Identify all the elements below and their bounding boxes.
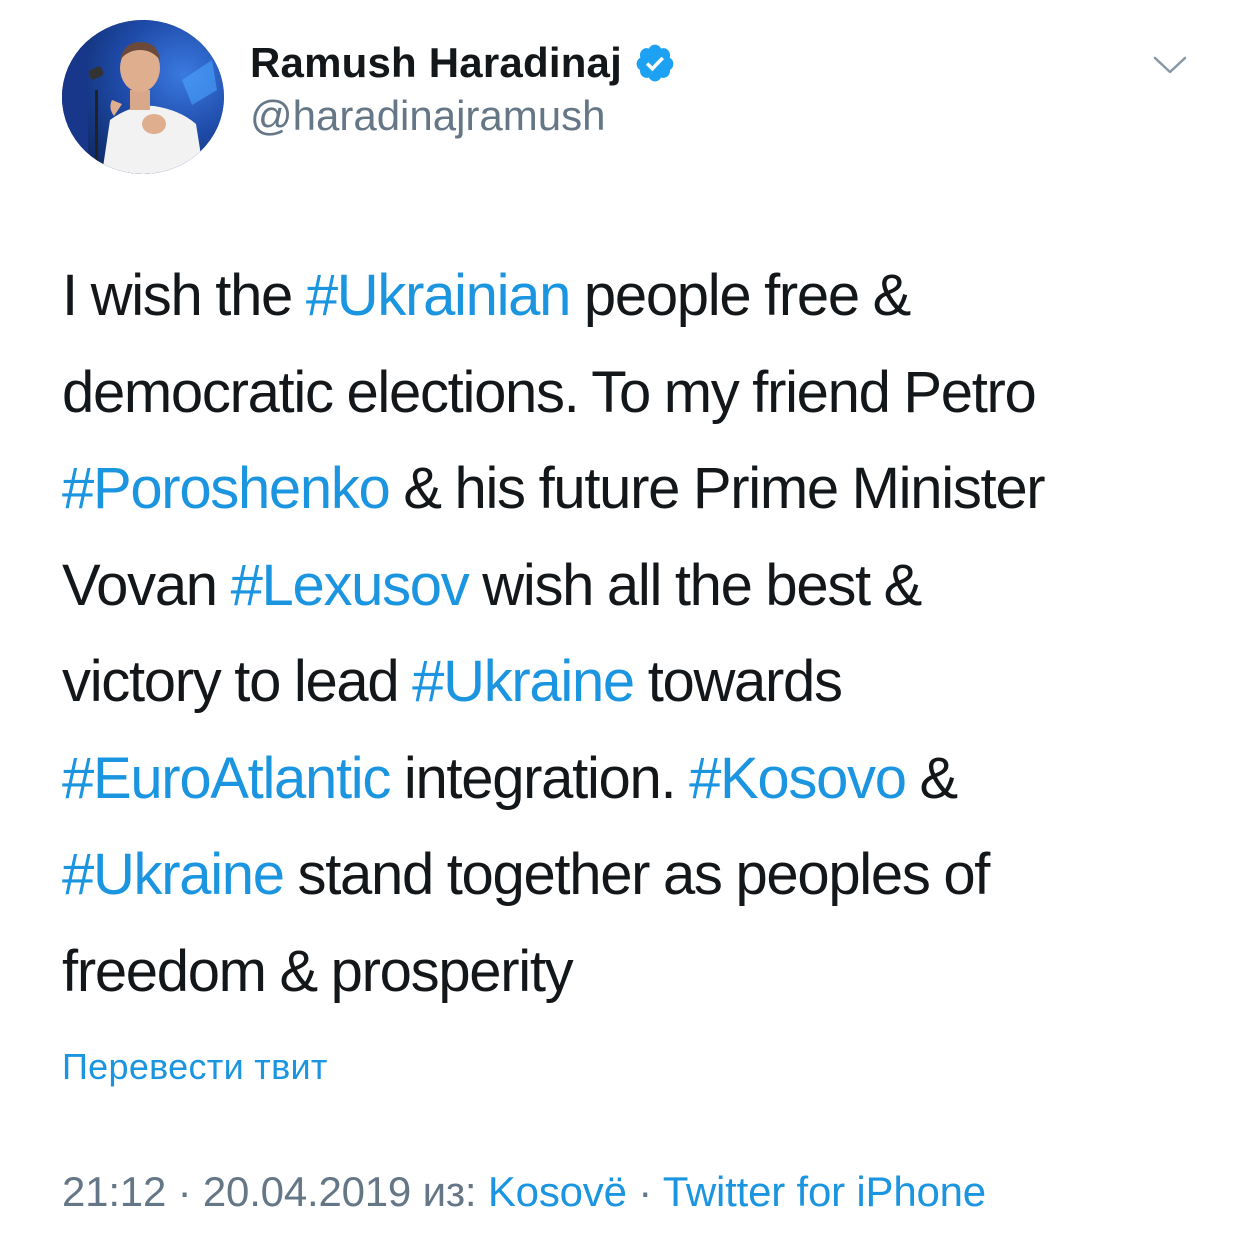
tweet-meta: 21:12 · 20.04.2019 из: Kosovë · Twitter … [62, 1168, 986, 1216]
hashtag-link[interactable]: #Ukrainian [306, 263, 572, 328]
avatar-image [62, 20, 224, 174]
tweet-date: 20.04.2019 [202, 1168, 412, 1215]
tweet-text-segment: victory to lead [62, 649, 413, 714]
tweet-text-line: #Ukraine stand together as peoples of [62, 827, 1212, 924]
hashtag-link[interactable]: #Poroshenko [62, 456, 391, 521]
tweet-location-link[interactable]: Kosovë [488, 1168, 627, 1215]
hashtag-link[interactable]: #Kosovo [689, 746, 907, 811]
meta-separator: · [177, 1168, 192, 1215]
tweet-text-segment: democratic elections. To my friend Petro [62, 359, 1037, 425]
tweet: Ramush Haradinaj @haradinajramush I wish… [0, 0, 1242, 1254]
tweet-text-segment: & his future Prime Minister [389, 456, 1045, 521]
tweet-text-line: Vovan #Lexusov wish all the best & [62, 538, 1212, 635]
tweet-text-segment: towards [633, 649, 843, 714]
tweet-text-segment: integration. [390, 745, 690, 811]
chevron-down-icon[interactable] [1152, 52, 1188, 78]
tweet-text-segment: Vovan [62, 552, 231, 618]
verified-badge-icon [634, 42, 676, 84]
tweet-text-segment: wish all the best & [468, 552, 922, 618]
tweet-text-segment: I wish the [62, 263, 306, 328]
tweet-text-segment: stand together as peoples of [283, 842, 991, 907]
avatar[interactable] [62, 20, 224, 174]
author-handle[interactable]: @haradinajramush [250, 92, 605, 140]
tweet-text-line: victory to lead #Ukraine towards [62, 634, 1212, 731]
hashtag-link[interactable]: #Lexusov [231, 553, 470, 618]
meta-separator-2: · [638, 1168, 653, 1215]
tweet-source-link[interactable]: Twitter for iPhone [663, 1168, 986, 1215]
hashtag-link[interactable]: #Ukraine [62, 842, 285, 907]
tweet-text-line: #EuroAtlantic integration. #Kosovo & [62, 731, 1212, 828]
tweet-text-line: #Poroshenko & his future Prime Minister [62, 441, 1212, 538]
hashtag-link[interactable]: #Ukraine [412, 649, 635, 714]
tweet-text-line: freedom & prosperity [62, 924, 1212, 1021]
author-display-name[interactable]: Ramush Haradinaj [250, 39, 622, 87]
tweet-time: 21:12 [62, 1168, 167, 1215]
tweet-text-segment: people free & [570, 263, 911, 328]
tweet-text-line: democratic elections. To my friend Petro [62, 345, 1212, 442]
author-name-row[interactable]: Ramush Haradinaj [250, 36, 676, 90]
tweet-text-line: I wish the #Ukrainian people free & [62, 248, 1212, 345]
hashtag-link[interactable]: #EuroAtlantic [62, 746, 391, 811]
tweet-text-segment: & [905, 745, 959, 811]
tweet-text-segment: freedom & prosperity [62, 938, 574, 1004]
translate-tweet-link[interactable]: Перевести твит [62, 1046, 328, 1088]
from-label: из: [422, 1168, 477, 1215]
tweet-text: I wish the #Ukrainian people free & democ… [62, 248, 1212, 1020]
